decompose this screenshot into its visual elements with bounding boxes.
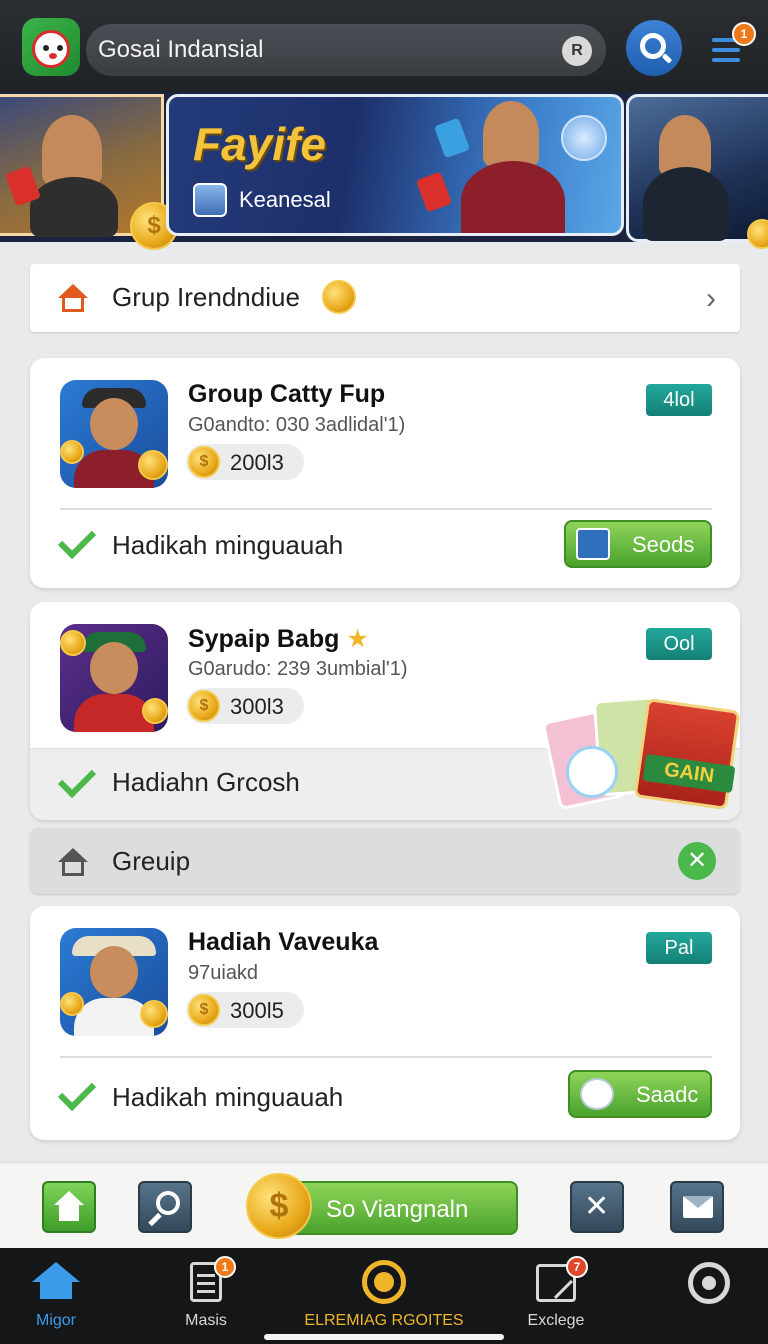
- reward-label: Hadikah minguauah: [112, 530, 344, 560]
- status-badge: Pal: [646, 932, 712, 964]
- x-icon: ✕: [584, 1190, 610, 1223]
- search-button[interactable]: [138, 1181, 192, 1233]
- nav-item-migor[interactable]: Migor: [10, 1248, 102, 1344]
- check-icon: [57, 759, 97, 799]
- nav-item-search[interactable]: [666, 1248, 758, 1344]
- action-bar: So Viangnaln $ ✕: [0, 1162, 768, 1248]
- coin-amount: $ 300l3: [186, 688, 304, 724]
- house-icon: [58, 284, 88, 312]
- nav-badge: 1: [214, 1256, 236, 1278]
- nav-item-exclege[interactable]: 7 Exclege: [510, 1248, 602, 1344]
- nav-item-center[interactable]: ELREMIAG RGOITES: [300, 1248, 468, 1344]
- card-title: Sypaip Babg ★: [188, 625, 369, 653]
- bottom-nav: Migor 1 Masis ELREMIAG RGOITES 7 Exclege: [0, 1248, 768, 1344]
- close-circle-icon[interactable]: ✕: [678, 842, 716, 880]
- pill-action-icon[interactable]: R: [562, 36, 592, 66]
- home-icon: [32, 1262, 80, 1282]
- card-subtitle: G0arudo: 239 3umbial'1): [188, 658, 408, 680]
- star-icon: ★: [346, 625, 369, 653]
- banner-title: Fayife: [193, 118, 326, 170]
- banner-main-panel[interactable]: Fayife Keanesal: [166, 94, 624, 236]
- amount-value: 200l3: [230, 450, 284, 475]
- coin-amount: $ 300l5: [186, 992, 304, 1028]
- status-badge: 4lol: [646, 384, 712, 416]
- home-button[interactable]: [42, 1181, 96, 1233]
- section-header-greuip[interactable]: Greuip ✕: [30, 828, 740, 894]
- house-icon: [58, 848, 88, 876]
- reward-cards-art[interactable]: GAIN: [540, 694, 741, 814]
- check-icon: [57, 1072, 97, 1112]
- banner-sub-icon: [193, 183, 227, 217]
- group-card[interactable]: Hadiah Vaveuka 97uiakd $ 300l5 Pal Hadik…: [30, 906, 740, 1140]
- card-title: Group Catty Fup: [188, 380, 386, 408]
- host-image: [483, 101, 539, 167]
- claim-button[interactable]: Seods: [564, 520, 712, 568]
- amount-value: 300l5: [230, 998, 284, 1023]
- banner-right-panel[interactable]: [626, 94, 768, 249]
- nav-badge: 7: [566, 1256, 588, 1278]
- banner-subtitle: Keanesal: [239, 187, 331, 212]
- card-subtitle: G0andto: 030 3adlidal'1): [188, 414, 406, 436]
- home-icon: [54, 1191, 84, 1205]
- mascot-face: [32, 30, 70, 68]
- coin-amount: $ 200l3: [186, 444, 304, 480]
- promo-banner[interactable]: $ Fayife Keanesal: [0, 92, 768, 250]
- top-bar: Gosai Indansial R 1: [0, 0, 768, 92]
- search-icon: [156, 1191, 180, 1215]
- nav-item-masis[interactable]: 1 Masis: [160, 1248, 252, 1344]
- status-badge: Ool: [646, 628, 712, 660]
- bird-icon: [580, 1078, 614, 1110]
- menu-badge: 1: [732, 22, 756, 46]
- person-image: [42, 115, 102, 185]
- pencil-icon: [576, 528, 610, 560]
- claim-button[interactable]: Saadc: [568, 1070, 712, 1118]
- group-avatar: [60, 624, 168, 732]
- coin-icon: $: [188, 690, 220, 722]
- app-logo[interactable]: [22, 18, 80, 76]
- group-avatar: [60, 380, 168, 488]
- section-label: Grup Irendndiue: [112, 282, 300, 312]
- close-button[interactable]: ✕: [570, 1181, 624, 1233]
- coin-icon: [322, 280, 356, 314]
- chevron-right-icon[interactable]: ›: [706, 282, 716, 316]
- check-icon: [57, 520, 97, 560]
- card-title: Hadiah Vaveuka: [188, 928, 379, 956]
- reward-label: Hadiahn Grcosh: [112, 767, 300, 797]
- coin-icon: $: [188, 994, 220, 1026]
- app-title: Gosai Indansial: [98, 36, 264, 63]
- section-label: Greuip: [112, 846, 191, 876]
- amount-value: 300l3: [230, 694, 284, 719]
- coin-icon: $: [246, 1173, 312, 1239]
- search-button[interactable]: [626, 20, 682, 76]
- title-bar[interactable]: Gosai Indansial R: [86, 24, 606, 76]
- group-card[interactable]: Group Catty Fup G0andto: 030 3adlidal'1)…: [30, 358, 740, 588]
- reward-label: Hadikah minguauah: [112, 1082, 344, 1112]
- home-indicator[interactable]: [264, 1334, 504, 1340]
- mail-button[interactable]: [670, 1181, 724, 1233]
- section-header-grup[interactable]: Grup Irendndiue ›: [30, 264, 740, 332]
- menu-button[interactable]: 1: [708, 22, 756, 70]
- card-subtitle: 97uiakd: [188, 962, 259, 984]
- coin-icon: $: [188, 446, 220, 478]
- group-avatar: [60, 928, 168, 1036]
